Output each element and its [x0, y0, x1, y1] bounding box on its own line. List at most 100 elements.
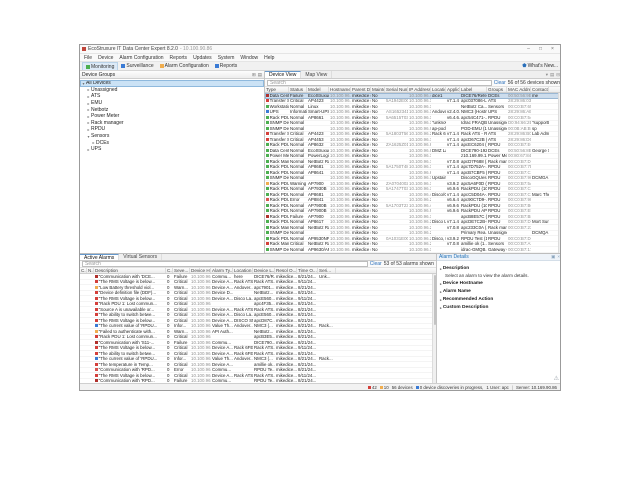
column-header-device-l[interactable]: Device L...: [253, 268, 275, 273]
column-header-device-h[interactable]: Device H...: [190, 268, 211, 273]
column-header-serial-number[interactable]: Serial Number: [385, 87, 408, 92]
column-header-location[interactable]: Location: [431, 87, 446, 92]
alarm-search-input[interactable]: Search: [82, 261, 368, 267]
cell: Rack ATS...: [233, 373, 253, 378]
column-header-location[interactable]: Location: [233, 268, 253, 273]
menu-item-alarm-configuration[interactable]: Alarm Configuration: [116, 55, 166, 61]
device-view-tabbar: Device ViewMap View ▾ ▤ ⊟: [265, 71, 561, 79]
perspective-reports[interactable]: Reports: [212, 62, 241, 70]
scrollbar-thumb[interactable]: [560, 94, 562, 187]
add-group-icon[interactable]: ⊞: [252, 72, 256, 78]
cell: 00:C0:B7:B8...: [507, 214, 531, 219]
column-header-mac-address[interactable]: MAC Address: [507, 87, 531, 92]
tree-item-sensors[interactable]: ▾Sensors: [80, 133, 264, 140]
tree-item-rpdu[interactable]: ▸RPDU: [80, 126, 264, 133]
tree-item-rack-manager[interactable]: ▸Rack manager: [80, 120, 264, 127]
column-header-n[interactable]: N...: [87, 268, 94, 273]
cell-text: 10.100.96.122: [330, 181, 351, 186]
column-header-groups[interactable]: Groups: [487, 87, 507, 92]
column-header-contact-na[interactable]: Contact Na...: [531, 87, 549, 92]
column-header-seve[interactable]: Seve...: [173, 268, 190, 273]
column-header-alarm-ty[interactable]: Alarm Ty...: [211, 268, 233, 273]
alarm-table-scrollbar[interactable]: [432, 274, 436, 385]
cell-text: mikedice (D...: [352, 208, 371, 213]
maximize-pane-icon[interactable]: ⊟: [556, 72, 560, 78]
column-header-description[interactable]: Description: [94, 268, 166, 273]
menu-item-device[interactable]: Device: [95, 55, 116, 61]
cell: 10.100.96.254: [329, 230, 351, 235]
scrollbar-thumb[interactable]: [434, 275, 436, 325]
perspective-label: Reports: [220, 63, 238, 69]
panel-menu-icon[interactable]: ▤: [258, 72, 262, 78]
close-pane-icon[interactable]: ×: [557, 254, 560, 260]
layout-icon[interactable]: ▤: [550, 72, 554, 78]
surveillance-icon: [121, 64, 125, 68]
tree-item-all-devices[interactable]: ▾All Devices: [80, 80, 264, 87]
menu-item-system[interactable]: System: [215, 55, 238, 61]
menu-item-window[interactable]: Window: [237, 55, 261, 61]
menu-item-reports[interactable]: Reports: [167, 55, 191, 61]
cell-text: 10.100.96.79: [409, 153, 431, 158]
restore-pane-icon[interactable]: ▣: [551, 254, 555, 260]
column-header-parent-device[interactable]: Parent Device: [351, 87, 371, 92]
status-icon: [266, 105, 269, 108]
maximize-icon[interactable]: □: [535, 45, 546, 53]
menu-item-updates[interactable]: Updates: [190, 55, 215, 61]
close-icon[interactable]: ×: [547, 45, 558, 53]
menu-item-help[interactable]: Help: [261, 55, 277, 61]
tab-virtual-sensors[interactable]: Virtual Sensors: [119, 254, 162, 260]
cell-text: DCEs: [488, 148, 499, 153]
column-header-c[interactable]: C...: [80, 268, 87, 273]
device-search-input[interactable]: Search: [267, 80, 492, 86]
column-header-ip-address[interactable]: IP Address: [408, 87, 431, 92]
column-header-model[interactable]: Model: [307, 87, 329, 92]
column-header-type[interactable]: Type: [265, 87, 289, 92]
column-header-maintenanc[interactable]: Maintenanc...: [371, 87, 385, 92]
perspective-monitoring[interactable]: Monitoring: [82, 62, 118, 70]
cell-text: Failure: [290, 214, 303, 219]
tree-item-unassigned[interactable]: ▸Unassigned: [80, 87, 264, 94]
alarm-clear-link[interactable]: Clear: [370, 261, 382, 267]
column-header-resol-o[interactable]: Resol O...: [275, 268, 297, 273]
column-header-hostname[interactable]: Hostname: [329, 87, 351, 92]
cell-text: SNMP Devi...: [270, 120, 289, 125]
status-icon: [95, 352, 98, 355]
cell: No: [371, 170, 385, 175]
cell-text: 10.100.96.175: [330, 115, 351, 120]
cell: AP9530NP: [307, 236, 329, 241]
tree-item-ups[interactable]: ▸UPS: [80, 146, 264, 153]
tab-device-view[interactable]: Device View: [265, 71, 301, 78]
column-header-label[interactable]: Label: [460, 87, 487, 92]
tab-map-view[interactable]: Map View: [301, 71, 332, 78]
minimize-icon[interactable]: –: [523, 45, 534, 53]
cell-text: NetBotz Rac...: [308, 159, 329, 164]
column-header-time-o[interactable]: Time O...: [297, 268, 318, 273]
device-table-scrollbar[interactable]: [558, 93, 561, 253]
tree-item-power-meter[interactable]: ▸Power Meter: [80, 113, 264, 120]
column-header-c[interactable]: C...: [166, 268, 173, 273]
whats-new-link[interactable]: ⬟ What's New...: [522, 63, 558, 69]
tree-item-emu[interactable]: ▸EMU: [80, 100, 264, 107]
cell: Critical: [173, 373, 190, 378]
table-row[interactable]: SNMP Devi...NormalAP9630/AP...10.100.96.…: [265, 247, 561, 253]
perspective-alarm-configuration[interactable]: Alarm Configuration: [157, 62, 212, 70]
column-header-application[interactable]: Application...: [446, 87, 460, 92]
device-clear-link[interactable]: Clear: [494, 80, 506, 86]
cell: 00:C0:B7:D7...: [507, 159, 531, 164]
cell: mikedice (D...: [351, 159, 371, 164]
tree-item-dces[interactable]: ▸DCEs: [80, 139, 264, 146]
cell: DMZ Lab: [431, 148, 446, 153]
reports-icon: [215, 64, 219, 68]
perspective-surveillance[interactable]: Surveillance: [118, 62, 156, 70]
view-menu-icon[interactable]: ▾: [546, 72, 548, 78]
cell: mikedice...: [275, 301, 297, 306]
tab-active-alarms[interactable]: Active Alarms: [80, 254, 119, 260]
column-header-status[interactable]: Status: [289, 87, 307, 92]
status-icon: [266, 242, 269, 245]
tree-item-netbotz[interactable]: ▸Netbotz: [80, 106, 264, 113]
cell: Device A...: [211, 345, 233, 350]
menu-item-file[interactable]: File: [81, 55, 95, 61]
cell-text: v7.1.4: [447, 142, 459, 147]
tree-item-ats[interactable]: ▸ATS: [80, 93, 264, 100]
column-header-seri[interactable]: Seri...: [318, 268, 336, 273]
